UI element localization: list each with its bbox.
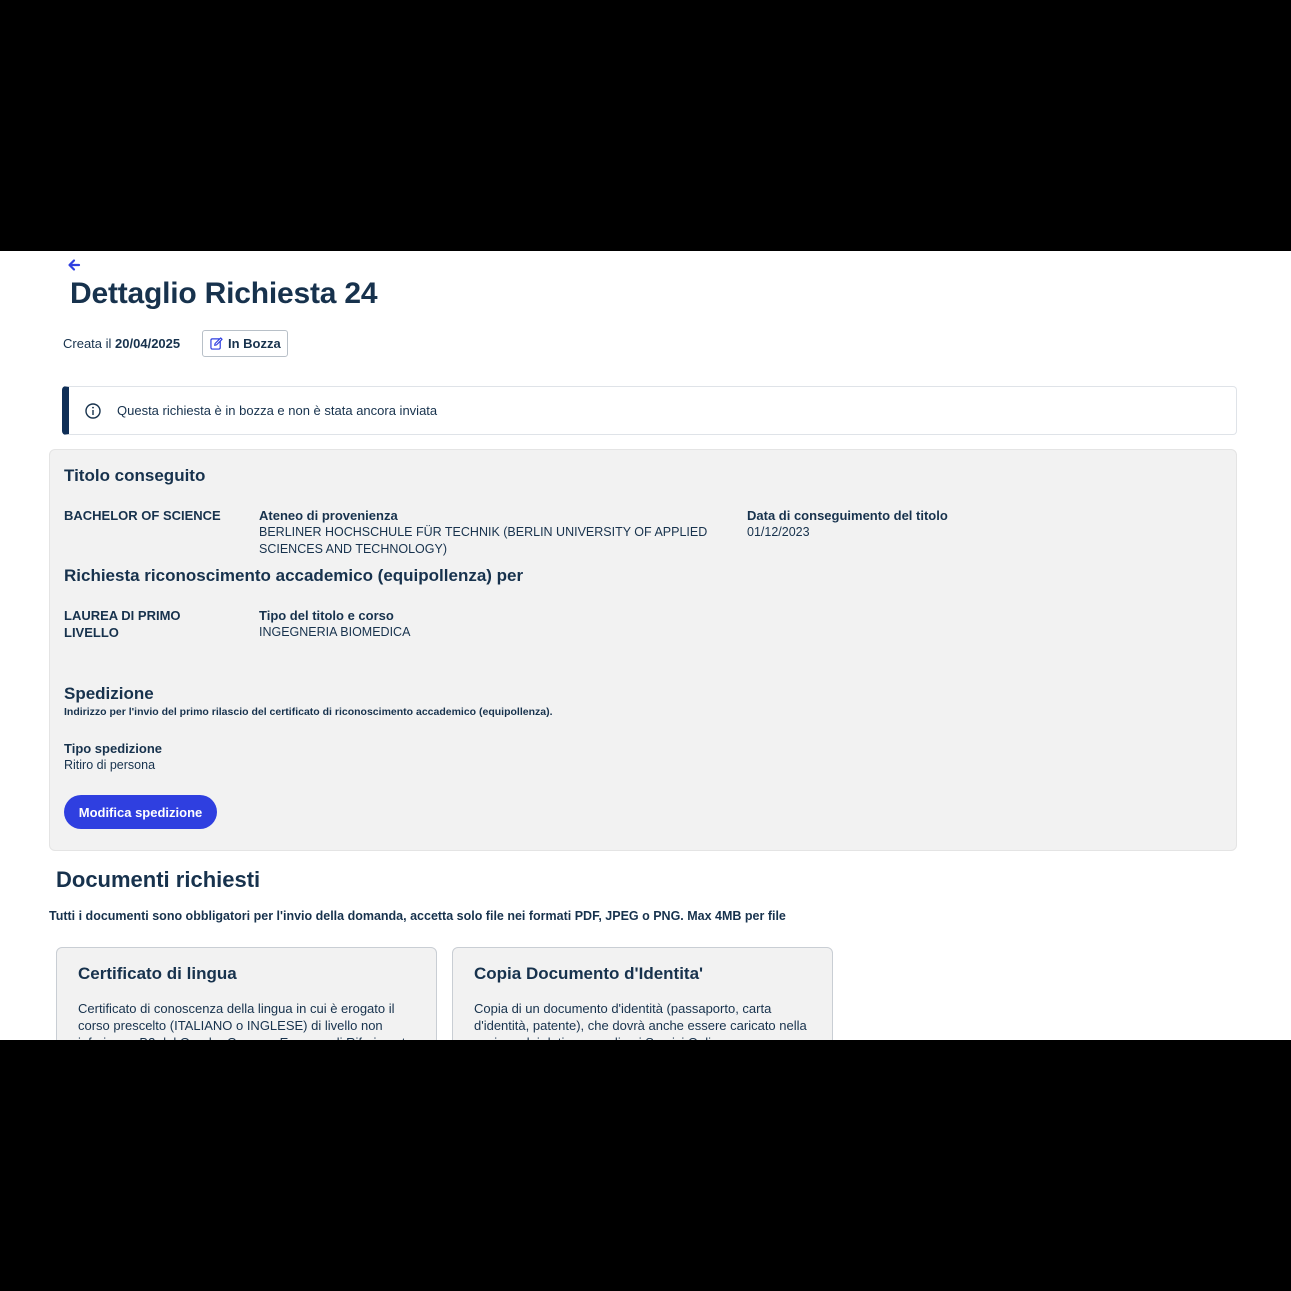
ateneo-value-line2: SCIENCES AND TECHNOLOGY) (259, 542, 448, 556)
documenti-subtitle: Tutti i documenti sono obbligatori per l… (49, 909, 786, 923)
document-card-title: Copia Documento d'Identita' (474, 964, 704, 983)
status-label: In Bozza (228, 336, 281, 351)
data-conseguimento-label: Data di conseguimento del titolo (747, 508, 948, 523)
document-card-identita[interactable]: Copia Documento d'Identita' Copia di un … (452, 947, 833, 1040)
arrow-left-icon (68, 259, 81, 271)
back-button[interactable] (66, 257, 86, 273)
created-date: Creata il 20/04/2025 (63, 336, 180, 351)
alert-text: Questa richiesta è in bozza e non è stat… (117, 403, 438, 418)
ateneo-label: Ateneo di provenienza (259, 508, 398, 523)
document-card-title: Certificato di lingua (78, 964, 237, 983)
page: Dettaglio Richiesta 24 Creata il 20/04/2… (0, 251, 1291, 1040)
documenti-heading: Documenti richiesti (56, 867, 261, 892)
data-conseguimento-value: 01/12/2023 (747, 525, 810, 539)
created-date-value: 20/04/2025 (115, 336, 181, 351)
level-line1: LAUREA DI PRIMO (64, 608, 181, 623)
document-card-description: Copia di un documento d'identità (passap… (474, 1001, 807, 1040)
page-title: Dettaglio Richiesta 24 (70, 277, 378, 310)
request-details-panel: Titolo conseguito BACHELOR OF SCIENCE At… (49, 449, 1237, 851)
status-badge: In Bozza (202, 330, 288, 357)
edit-icon (210, 337, 223, 350)
document-card-description: Certificato di conoscenza della lingua i… (78, 1001, 413, 1040)
draft-alert: Questa richiesta è in bozza e non è stat… (62, 386, 1237, 435)
degree-name: BACHELOR OF SCIENCE (64, 508, 221, 523)
tipo-spedizione-label: Tipo spedizione (64, 741, 162, 756)
richiesta-heading: Richiesta riconoscimento accademico (equ… (64, 566, 524, 585)
spedizione-heading: Spedizione (64, 684, 154, 703)
titolo-heading: Titolo conseguito (64, 466, 206, 485)
tipo-spedizione-value: Ritiro di persona (64, 758, 156, 772)
info-icon (85, 402, 101, 419)
modifica-spedizione-button[interactable]: Modifica spedizione (64, 795, 217, 829)
document-card-lingua[interactable]: Certificato di lingua Certificato di con… (56, 947, 437, 1040)
spedizione-subtitle: Indirizzo per l'invio del primo rilascio… (64, 706, 553, 718)
tipo-titolo-label: Tipo del titolo e corso (259, 608, 394, 623)
level-line2: LIVELLO (64, 625, 119, 640)
tipo-titolo-value: INGEGNERIA BIOMEDICA (259, 625, 411, 639)
created-prefix: Creata il (63, 336, 112, 351)
ateneo-value-line1: BERLINER HOCHSCHULE FÜR TECHNIK (BERLIN … (259, 525, 708, 539)
